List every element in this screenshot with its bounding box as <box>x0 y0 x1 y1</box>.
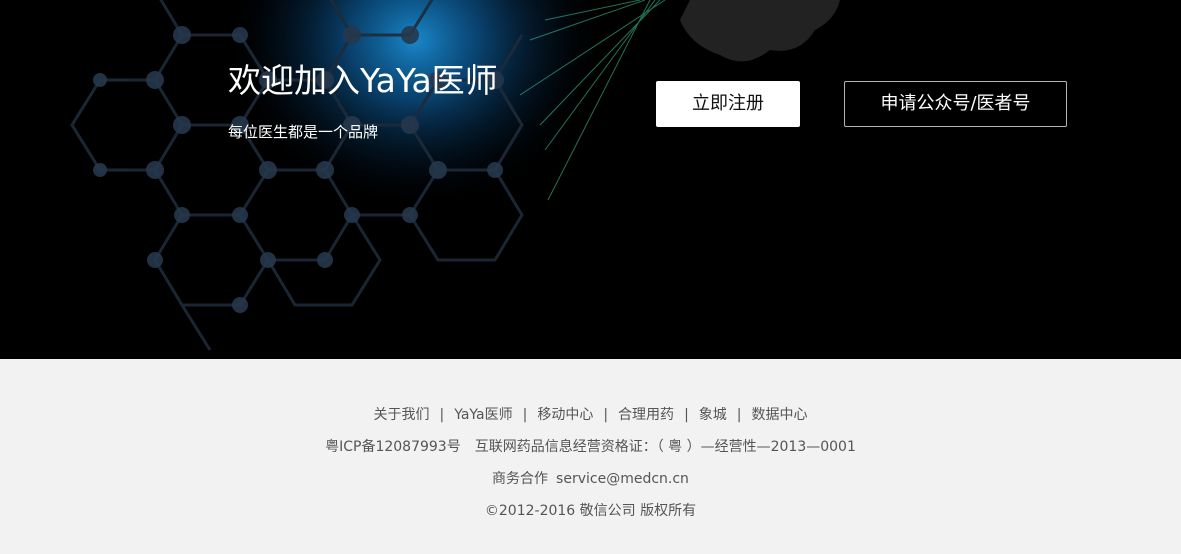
hero-subtitle: 每位医生都是一个品牌 <box>228 123 379 141</box>
footer-links: 关于我们 | YaYa医师 | 移动中心 | 合理用药 | 象城 | 数据中心 <box>0 405 1181 425</box>
footer-license-row: 粤ICP备12087993号 互联网药品信息经营资格证：（ 粤 ）—经营性—201… <box>0 437 1181 457</box>
footer-separator: | <box>684 407 689 423</box>
footer-link-medication[interactable]: 合理用药 <box>618 407 674 423</box>
hexagon-network-background <box>70 0 840 351</box>
footer-link-about[interactable]: 关于我们 <box>374 407 430 423</box>
footer-separator: | <box>439 407 445 423</box>
footer-separator: | <box>522 407 528 423</box>
footer-link-mobile[interactable]: 移动中心 <box>537 407 593 423</box>
map-silhouette <box>680 0 840 62</box>
copyright: ©2012-2016 敬信公司 版权所有 <box>484 503 697 519</box>
apply-account-button[interactable]: 申请公众号/医者号 <box>844 81 1067 127</box>
business-label: 商务合作 <box>492 471 549 487</box>
footer-link-data[interactable]: 数据中心 <box>752 407 808 423</box>
footer-separator: | <box>736 407 742 423</box>
footer-separator: | <box>603 407 609 423</box>
footer-link-yaya[interactable]: YaYa医师 <box>454 407 512 423</box>
footer-business-row: 商务合作 service@medcn.cn <box>0 469 1181 489</box>
hero-title: 欢迎加入YaYa医师 <box>228 61 498 100</box>
icp-number: 粤ICP备12087993号 <box>325 439 461 455</box>
register-button[interactable]: 立即注册 <box>656 81 800 127</box>
drug-info-license: 互联网药品信息经营资格证：（ 粤 ）—经营性—2013—0001 <box>474 439 856 455</box>
footer: 关于我们 | YaYa医师 | 移动中心 | 合理用药 | 象城 | 数据中心 粤ICP备12087… <box>0 359 1181 554</box>
footer-link-mall[interactable]: 象城 <box>699 407 727 423</box>
business-email: service@medcn.cn <box>556 471 689 487</box>
hero-banner: 欢迎加入YaYa医师 每位医生都是一个品牌 立即注册 申请公众号/医者号 <box>0 0 1181 359</box>
